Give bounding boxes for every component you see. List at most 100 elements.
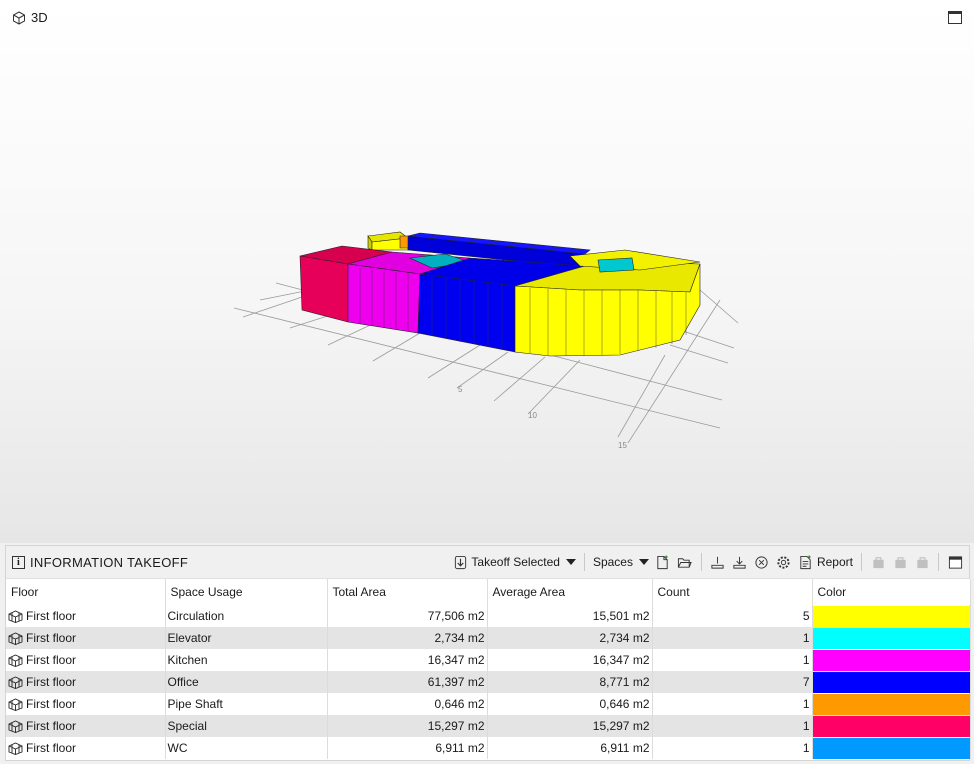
panel-toolbar: Takeoff Selected Spaces Report [452, 553, 963, 571]
floor-name: First floor [26, 740, 77, 755]
cell-space-usage: Circulation [165, 605, 328, 627]
floor-name: First floor [26, 674, 77, 689]
cell-space-usage: Pipe Shaft [165, 693, 328, 715]
export-icon[interactable] [710, 554, 726, 570]
table-row[interactable]: First floor WC 6,911 m2 6,911 m2 1 [6, 737, 971, 759]
maximize-icon[interactable] [948, 11, 962, 24]
floor-name: First floor [26, 630, 77, 645]
axis-label-5: 5 [458, 385, 463, 394]
takeoff-icon [452, 554, 468, 570]
3d-scene[interactable]: 5 10 15 [0, 0, 974, 543]
panel-title: i INFORMATION TAKEOFF [12, 555, 188, 570]
column-header-total-area[interactable]: Total Area [327, 579, 488, 605]
cell-color[interactable] [812, 605, 971, 627]
cell-space-usage: Kitchen [165, 649, 328, 671]
axis-label-10: 10 [528, 411, 537, 420]
spaces-dropdown[interactable]: Spaces [593, 555, 649, 569]
cell-floor: First floor [6, 605, 166, 627]
3d-viewport[interactable]: 5 10 15 3D [0, 0, 974, 543]
cell-average-area: 8,771 m2 [487, 671, 653, 693]
floor-name: First floor [26, 652, 77, 667]
cell-space-usage: Elevator [165, 627, 328, 649]
open-folder-icon[interactable] [677, 554, 693, 570]
report-icon [798, 554, 814, 570]
column-header-average-area[interactable]: Average Area [487, 579, 653, 605]
toolbar-divider [583, 553, 585, 571]
cell-total-area: 6,911 m2 [327, 737, 488, 759]
floor-icon [8, 632, 23, 646]
cell-space-usage: Office [165, 671, 328, 693]
floor-icon [8, 676, 23, 690]
cell-space-usage: WC [165, 737, 328, 759]
table-header-row: Floor Space Usage Total Area Average Are… [6, 579, 971, 605]
bag-icon[interactable] [914, 554, 930, 570]
cell-average-area: 16,347 m2 [487, 649, 653, 671]
cell-count: 1 [652, 649, 813, 671]
floor-icon [8, 742, 23, 756]
floor-name: First floor [26, 718, 77, 733]
floor-icon [8, 720, 23, 734]
cell-color[interactable] [812, 671, 971, 693]
takeoff-selected-label: Takeoff Selected [471, 555, 560, 569]
cell-average-area: 6,911 m2 [487, 737, 653, 759]
chevron-down-icon [565, 559, 576, 565]
bag-icon[interactable] [892, 554, 908, 570]
color-swatch [812, 627, 969, 649]
table-row[interactable]: First floor Kitchen 16,347 m2 16,347 m2 1 [6, 649, 971, 671]
toolbar-divider [861, 553, 862, 571]
color-swatch [812, 737, 969, 759]
color-swatch [812, 649, 969, 671]
table-row[interactable]: First floor Special 15,297 m2 15,297 m2 1 [6, 715, 971, 737]
cell-color[interactable] [812, 715, 971, 737]
table-row[interactable]: First floor Pipe Shaft 0,646 m2 0,646 m2 1 [6, 693, 971, 715]
floor-name: First floor [26, 696, 77, 711]
report-button[interactable]: Report [798, 554, 853, 570]
cell-color[interactable] [812, 627, 971, 649]
bag-icon[interactable] [870, 554, 886, 570]
color-swatch [812, 693, 969, 715]
cell-total-area: 16,347 m2 [327, 649, 488, 671]
color-swatch [812, 715, 969, 737]
cell-count: 1 [652, 715, 813, 737]
panel-title-label: INFORMATION TAKEOFF [30, 554, 189, 570]
cube-icon [13, 10, 25, 25]
cell-count: 1 [652, 737, 813, 759]
new-file-icon[interactable] [655, 554, 671, 570]
toolbar-divider [938, 553, 939, 571]
table-row[interactable]: First floor Circulation 77,506 m2 15,501 m2… [6, 605, 971, 627]
floor-icon [8, 698, 23, 712]
column-header-count[interactable]: Count [652, 579, 813, 605]
cell-count: 5 [652, 605, 813, 627]
information-takeoff-panel: i INFORMATION TAKEOFF Takeoff Selected S… [5, 545, 971, 761]
table-row[interactable]: First floor Office 61,397 m2 8,771 m2 7 [6, 671, 971, 693]
download-icon[interactable] [732, 554, 748, 570]
cell-count: 1 [652, 693, 813, 715]
floor-icon [8, 610, 23, 624]
maximize-icon[interactable] [947, 554, 963, 570]
viewport-title: 3D [12, 10, 48, 25]
column-header-floor[interactable]: Floor [6, 579, 166, 605]
table-row[interactable]: First floor Elevator 2,734 m2 2,734 m2 1 [6, 627, 971, 649]
cell-average-area: 15,501 m2 [487, 605, 653, 627]
column-header-color[interactable]: Color [812, 579, 971, 605]
cell-average-area: 0,646 m2 [487, 693, 653, 715]
cell-floor: First floor [6, 715, 166, 737]
color-swatch [812, 671, 969, 693]
cell-color[interactable] [812, 693, 971, 715]
cell-floor: First floor [6, 671, 166, 693]
report-label: Report [816, 555, 853, 569]
cell-total-area: 77,506 m2 [327, 605, 488, 627]
cell-space-usage: Special [165, 715, 328, 737]
cell-color[interactable] [812, 737, 971, 759]
panel-header: i INFORMATION TAKEOFF Takeoff Selected S… [6, 546, 969, 579]
cell-color[interactable] [812, 649, 971, 671]
spaces-label: Spaces [592, 555, 633, 569]
cell-average-area: 2,734 m2 [487, 627, 653, 649]
clear-icon[interactable] [754, 554, 770, 570]
settings-icon[interactable] [776, 554, 792, 570]
cell-floor: First floor [6, 693, 166, 715]
axis-label-15: 15 [618, 441, 627, 450]
column-header-space-usage[interactable]: Space Usage [165, 579, 328, 605]
takeoff-selected-button[interactable]: Takeoff Selected [452, 554, 576, 570]
toolbar-divider [700, 553, 702, 571]
